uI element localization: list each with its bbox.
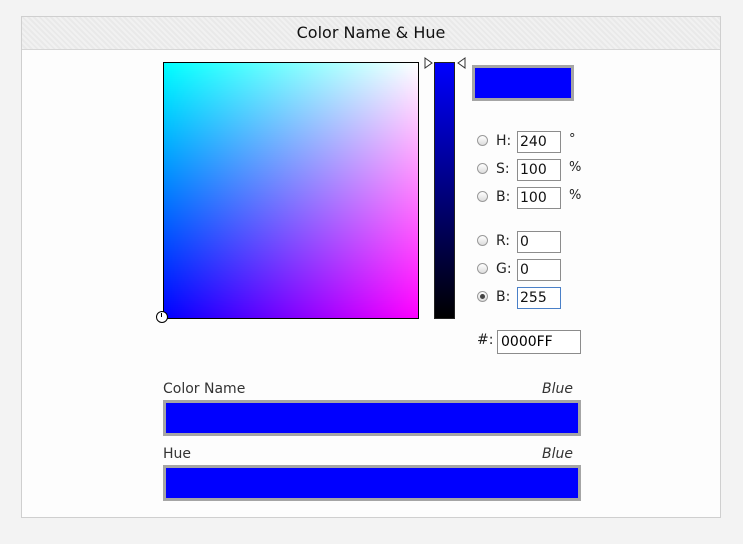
hue-slider[interactable] xyxy=(434,62,455,319)
s-radio[interactable] xyxy=(477,163,488,174)
g-input[interactable] xyxy=(517,259,561,281)
s-unit: % xyxy=(569,160,582,175)
color-name-label: Color Name xyxy=(163,381,246,397)
s-label: S: xyxy=(496,161,510,177)
r-radio[interactable] xyxy=(477,235,488,246)
h-input[interactable] xyxy=(517,131,561,153)
h-unit: ° xyxy=(569,132,576,147)
color-picker-panel: Color Name & Hue H: ° S: % B: % R: G: xyxy=(21,16,721,518)
r-label: R: xyxy=(496,233,511,249)
g-label: G: xyxy=(496,261,512,277)
blue-input[interactable] xyxy=(517,287,561,309)
color-name-value: Blue xyxy=(542,381,573,397)
b-label: B: xyxy=(496,189,511,205)
s-input[interactable] xyxy=(517,159,561,181)
saturation-brightness-area[interactable] xyxy=(163,62,419,319)
hue-label: Hue xyxy=(163,446,192,462)
b-input[interactable] xyxy=(517,187,561,209)
g-radio[interactable] xyxy=(477,263,488,274)
blue-radio[interactable] xyxy=(477,291,488,302)
hex-label: #: xyxy=(477,332,494,348)
hex-input[interactable] xyxy=(497,330,581,354)
current-color-swatch xyxy=(472,65,574,101)
hue-slider-arrows-icon[interactable] xyxy=(424,57,466,70)
blue-label: B: xyxy=(496,289,511,305)
h-label: H: xyxy=(496,133,512,149)
sv-cursor-handle[interactable] xyxy=(156,311,168,323)
hue-swatch xyxy=(163,465,581,501)
b-unit: % xyxy=(569,188,582,203)
r-input[interactable] xyxy=(517,231,561,253)
color-name-swatch xyxy=(163,400,581,436)
hue-value: Blue xyxy=(542,446,573,462)
h-radio[interactable] xyxy=(477,135,488,146)
panel-title: Color Name & Hue xyxy=(22,17,720,50)
b-radio[interactable] xyxy=(477,191,488,202)
